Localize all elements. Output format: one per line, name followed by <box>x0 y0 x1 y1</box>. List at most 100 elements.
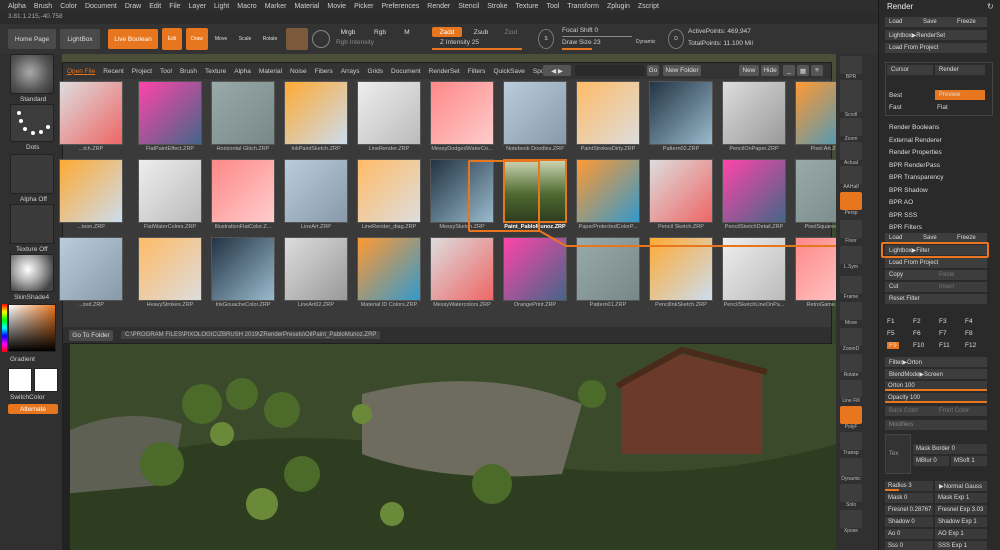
render-subpalette[interactable]: BPR SSS <box>889 212 917 219</box>
go-to-folder-button[interactable]: Go To Folder <box>69 329 113 341</box>
preset-thumbnail[interactable] <box>649 81 713 145</box>
preset-thumbnail[interactable] <box>576 81 640 145</box>
shelf-button[interactable] <box>840 354 862 372</box>
preset-thumbnail[interactable] <box>59 159 123 223</box>
zcut-button[interactable]: Zcut <box>500 27 522 37</box>
mblur-slider[interactable]: MBlur 0 <box>913 456 949 466</box>
lightbox-tab[interactable]: Texture <box>201 68 230 75</box>
sss-exp-slider[interactable]: SSS Exp 1 <box>935 541 987 550</box>
hide-button[interactable]: Hide <box>761 65 779 76</box>
gradient-label[interactable]: Gradient <box>10 356 35 363</box>
menu-item[interactable]: Preferences <box>382 3 420 10</box>
lightbox-tab[interactable]: Arrays <box>337 68 364 75</box>
stroke-s-icon[interactable]: S <box>538 29 554 49</box>
lightbox-tab[interactable]: Fibers <box>311 68 337 75</box>
preset-thumbnail[interactable] <box>59 81 123 145</box>
move-button[interactable]: Move <box>212 28 230 50</box>
filter-slot[interactable]: F9 <box>887 342 899 349</box>
lightbox-tab[interactable]: Material <box>255 68 286 75</box>
paste-button[interactable]: Paste <box>935 270 987 280</box>
shelf-button[interactable] <box>840 246 862 264</box>
shelf-button[interactable] <box>840 328 862 346</box>
shelf-button[interactable] <box>840 56 862 74</box>
path-field[interactable]: C:\PROGRAM FILES\PIXOLOGIC\ZBRUSH 2019\Z… <box>121 331 381 339</box>
preset-thumbnail[interactable] <box>284 237 348 301</box>
lightbox-tab[interactable]: Tool <box>156 68 176 75</box>
z-intensity-slider[interactable]: Z Intensity 25 <box>440 39 479 46</box>
normal-gauss-button[interactable]: ▶Normal Gauss <box>935 481 987 491</box>
filter-slot[interactable]: F11 <box>939 342 950 349</box>
filter-slot[interactable]: F1 <box>887 318 895 325</box>
menu-item[interactable]: Render <box>427 3 450 10</box>
rotate-button[interactable]: Rotate <box>260 28 280 50</box>
insert-button[interactable]: Insert <box>935 282 987 292</box>
front-color-button[interactable]: Front Color <box>935 406 987 416</box>
shelf-button[interactable] <box>840 220 862 238</box>
fresnel-exp-slider[interactable]: Fresnel Exp 3.03 <box>935 505 987 515</box>
render-subpalette[interactable]: BPR AO <box>889 199 913 206</box>
render-subpalette[interactable]: BPR Transparency <box>889 174 944 181</box>
m-button[interactable]: M <box>398 27 416 37</box>
dynamic-toggle[interactable]: Dynamic <box>636 39 655 45</box>
lightbox-tab[interactable]: Noise <box>286 68 311 75</box>
lightbox-tab[interactable]: Open File <box>63 68 99 75</box>
material-thumbnail[interactable] <box>10 254 54 292</box>
mask-slider[interactable]: Mask 0 <box>885 493 933 503</box>
draw-size-slider[interactable]: Draw Size 23 <box>562 39 601 46</box>
rgb-button[interactable]: Rgb <box>366 27 394 37</box>
shelf-button[interactable] <box>840 166 862 184</box>
menu-item[interactable]: Color <box>60 3 77 10</box>
live-boolean-button[interactable]: Live Boolean <box>108 29 158 49</box>
render-subpalette[interactable]: Render Properties <box>889 149 942 156</box>
alpha-thumbnail[interactable] <box>10 154 54 194</box>
brush-thumbnail[interactable] <box>10 54 54 94</box>
preset-thumbnail[interactable] <box>211 159 275 223</box>
color-picker[interactable] <box>8 304 56 352</box>
menu-item[interactable]: Alpha <box>8 3 26 10</box>
lightbox-tab[interactable]: Grids <box>364 68 388 75</box>
lightbox-renderset-button[interactable]: Lightbox▶RenderSet <box>885 30 987 40</box>
refresh-icon[interactable]: ↻ <box>987 2 994 11</box>
stroke-thumbnail[interactable] <box>10 104 54 142</box>
filter-slot[interactable]: F5 <box>887 330 895 337</box>
minimize-icon[interactable]: _ <box>783 65 795 76</box>
load-button[interactable]: Load <box>885 17 919 27</box>
menu-item[interactable]: Stroke <box>487 3 507 10</box>
lightbox-tab[interactable]: Alpha <box>230 68 255 75</box>
material-sphere-icon[interactable] <box>286 28 308 50</box>
menu-item[interactable]: Document <box>85 3 117 10</box>
filter-slot[interactable]: F8 <box>965 330 973 337</box>
menu-item[interactable]: Edit <box>149 3 161 10</box>
mrgb-button[interactable]: Mrgb <box>334 27 362 37</box>
menu-item[interactable]: Texture <box>515 3 538 10</box>
menu-item[interactable]: Tool <box>546 3 559 10</box>
preset-thumbnail[interactable] <box>138 237 202 301</box>
render-subpalette[interactable]: Render Booleans <box>889 124 939 131</box>
filter-slot[interactable]: F12 <box>965 342 976 349</box>
menu-item[interactable]: Picker <box>354 3 373 10</box>
render-subpalette[interactable]: BPR Filters <box>889 224 922 231</box>
secondary-color-swatch[interactable] <box>34 368 58 392</box>
grid-view-icon[interactable]: ▦ <box>797 65 809 76</box>
filter-input[interactable] <box>575 65 645 76</box>
preset-thumbnail[interactable] <box>649 159 713 223</box>
lightbox-button[interactable]: LightBox <box>60 29 100 49</box>
render-subpalette[interactable]: External Renderer <box>889 137 942 144</box>
nav-arrows[interactable]: ◀ ▶ <box>543 65 571 76</box>
home-page-button[interactable]: Home Page <box>8 29 56 49</box>
menu-item[interactable]: File <box>169 3 180 10</box>
focal-shift-slider[interactable]: Focal Shift 0 <box>562 27 598 34</box>
menu-item[interactable]: Brush <box>34 3 52 10</box>
menu-item[interactable]: Light <box>214 3 229 10</box>
menu-item[interactable]: Macro <box>237 3 256 10</box>
zsub-button[interactable]: Zsub <box>466 27 496 37</box>
shelf-button[interactable] <box>840 510 862 528</box>
lightbox-tab[interactable]: Brush <box>176 68 201 75</box>
preset-thumbnail[interactable] <box>430 81 494 145</box>
zadd-button[interactable]: Zadd <box>432 27 462 37</box>
new-folder-button[interactable]: New Folder <box>663 65 701 76</box>
menu-item[interactable]: Layer <box>189 3 207 10</box>
main-color-swatch[interactable] <box>8 368 32 392</box>
preset-thumbnail[interactable] <box>722 81 786 145</box>
preset-thumbnail[interactable] <box>722 159 786 223</box>
